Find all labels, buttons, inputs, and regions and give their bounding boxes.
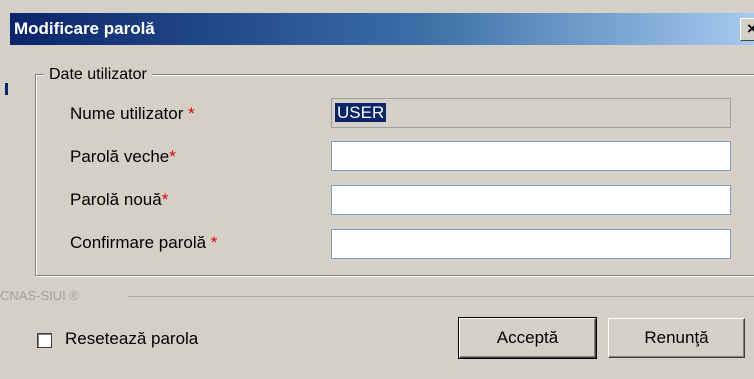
confirm-password-label: Confirmare parolă *: [70, 232, 217, 254]
username-label-text: Nume utilizator: [70, 104, 189, 123]
left-edge-marker: [5, 83, 8, 95]
username-value: USER: [335, 103, 387, 122]
reset-password-checkbox[interactable]: [37, 333, 52, 348]
cancel-button[interactable]: Renunţă: [608, 318, 745, 358]
old-password-label: Parolă veche*: [70, 146, 176, 168]
accept-button[interactable]: Acceptă: [458, 317, 597, 359]
close-icon: ×: [747, 19, 754, 38]
new-password-label: Parolă nouă*: [70, 189, 168, 211]
window-title: Modificare parolă: [14, 19, 155, 38]
old-password-field[interactable]: [331, 141, 731, 171]
required-marker: *: [188, 104, 195, 123]
required-marker: *: [210, 233, 218, 252]
username-field[interactable]: USER: [331, 98, 731, 128]
old-password-label-text: Parolă veche: [70, 147, 170, 166]
groupbox-legend: Date utilizator: [44, 65, 152, 85]
username-label: Nume utilizator *: [70, 103, 195, 125]
title-bar[interactable]: Modificare parolă ×: [10, 13, 754, 45]
close-button[interactable]: ×: [740, 18, 754, 41]
confirm-password-field[interactable]: [331, 229, 731, 259]
top-strip: [0, 0, 754, 12]
brand-label: CNAS-SIUI ®: [0, 288, 83, 304]
new-password-field[interactable]: [331, 185, 731, 215]
new-password-label-text: Parolă nouă: [70, 190, 162, 209]
required-marker: *: [169, 147, 176, 166]
required-marker: *: [161, 190, 169, 209]
footer-divider: [128, 296, 754, 297]
reset-password-label[interactable]: Resetează parola: [65, 328, 198, 350]
confirm-password-label-text: Confirmare parolă: [70, 233, 211, 252]
